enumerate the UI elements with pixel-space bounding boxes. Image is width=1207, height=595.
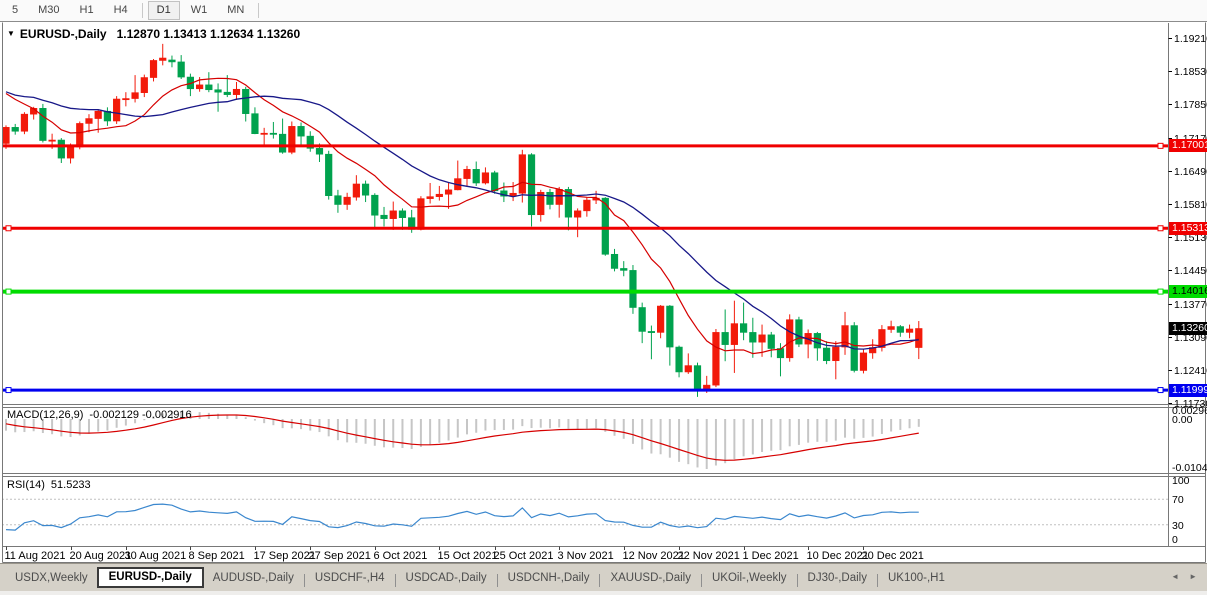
tab-eurusd-daily[interactable]: EURUSD-,Daily [97, 567, 204, 588]
tab-divider [395, 574, 396, 587]
date-tick-label: 11 Aug 2021 [5, 550, 66, 562]
hline-anchor [6, 388, 11, 393]
date-tick-label: 27 Sep 2021 [309, 550, 371, 562]
date-tick-label: 10 Dec 2021 [807, 550, 869, 562]
tab-scroll-left-icon[interactable]: ◄ [1171, 572, 1179, 581]
ma-slow-line [6, 92, 919, 349]
tab-divider [797, 574, 798, 587]
date-axis: 11 Aug 2021 20 Aug 202130 Aug 20218 Sep 2… [5, 547, 924, 563]
macd-values: -0.002129 -0.002916 [89, 409, 191, 421]
price-tick-label: 1.12410 [1174, 365, 1207, 377]
macd-tick-label: 0.00 [1172, 414, 1193, 426]
price-tick-label: 1.13770 [1174, 299, 1207, 311]
price-tick-label: 1.17850 [1174, 99, 1207, 111]
price-tag-1.13260: 1.13260 [1169, 322, 1207, 335]
price-tick-label: 1.18530 [1174, 66, 1207, 78]
rsi-tick-label: 70 [1172, 494, 1184, 506]
hline-anchor [1158, 289, 1163, 294]
tab-xauusd-daily[interactable]: XAUUSD-,Daily [601, 569, 700, 588]
tab-usdcad-daily[interactable]: USDCAD-,Daily [397, 569, 496, 588]
tab-uk100-h1[interactable]: UK100-,H1 [879, 569, 954, 588]
date-tick-label: 8 Sep 2021 [189, 550, 245, 562]
tab-divider [304, 574, 305, 587]
price-tick-label: 1.19210 [1174, 33, 1207, 45]
rsi-name: RSI(14) [7, 479, 45, 491]
tab-scroll-arrows: ◄ ► [1171, 572, 1197, 581]
price-tag-1.15313: 1.15313 [1169, 222, 1207, 235]
date-tick-label: 20 Dec 2021 [862, 550, 924, 562]
rsi-layer [2, 499, 1168, 530]
toolbar-divider [258, 3, 259, 18]
price-tag-1.11999: 1.11999 [1169, 384, 1207, 397]
price-tick-label: 1.14450 [1174, 265, 1207, 277]
tab-usdchf-h4[interactable]: USDCHF-,H4 [306, 569, 394, 588]
hline-anchor [1158, 143, 1163, 148]
date-tick-label: 30 Aug 2021 [125, 550, 187, 562]
tab-divider [497, 574, 498, 587]
tab-ukoil-weekly[interactable]: UKOil-,Weekly [703, 569, 796, 588]
macd-tick-label: -0.010427 [1172, 462, 1207, 474]
ma-fast-line [6, 78, 919, 353]
date-tick-label: 22 Nov 2021 [678, 550, 740, 562]
tab-audusd-daily[interactable]: AUDUSD-,Daily [204, 569, 303, 588]
date-tick-label: 20 Aug 2021 [70, 550, 132, 562]
tab-usdx-weekly[interactable]: USDX,Weekly [6, 569, 97, 588]
rsi-value: 51.5233 [51, 479, 91, 491]
date-tick-label: 12 Nov 2021 [623, 550, 685, 562]
price-tag-1.17001: 1.17001 [1169, 139, 1207, 152]
tab-scroll-right-icon[interactable]: ► [1189, 572, 1197, 581]
date-tick-label: 25 Oct 2021 [494, 550, 554, 562]
timeframe-toolbar: 5M30H1H4 D1W1MN [0, 0, 1207, 22]
timeframe-button-h1[interactable]: H1 [71, 1, 103, 20]
timeframe-button-5[interactable]: 5 [3, 1, 27, 20]
price-tick-label: 1.16490 [1174, 166, 1207, 178]
rsi-axis: 100 70 30 0 [1172, 475, 1190, 546]
tab-divider [701, 574, 702, 587]
price-tick-label: 1.15810 [1174, 199, 1207, 211]
tab-usdcnh-daily[interactable]: USDCNH-,Daily [499, 569, 599, 588]
timeframe-button-h4[interactable]: H4 [105, 1, 137, 20]
trading-terminal: 5M30H1H4D1W1MN 1.192101.185301.178501.17… [0, 0, 1207, 595]
tab-divider [877, 574, 878, 587]
chart-symbol-period: EURUSD-,Daily [20, 27, 107, 41]
price-tag-1.14016: 1.14016 [1169, 285, 1207, 298]
date-tick-label: 15 Oct 2021 [438, 550, 498, 562]
symbol-menu-triangle-icon[interactable]: ▼ [7, 29, 15, 38]
chart-ohlc-values: 1.12870 1.13413 1.12634 1.13260 [117, 27, 301, 41]
timeframe-button-d1[interactable]: D1 [148, 1, 180, 20]
chart-canvas[interactable]: 1.192101.185301.178501.171701.164901.158… [0, 0, 1207, 595]
rsi-tick-label: 0 [1172, 534, 1178, 546]
rsi-tick-label: 30 [1172, 520, 1184, 532]
tab-divider [599, 574, 600, 587]
status-strip [0, 591, 1207, 595]
date-tick-label: 3 Nov 2021 [558, 550, 614, 562]
hline-anchor [6, 289, 11, 294]
macd-name: MACD(12,26,9) [7, 409, 83, 421]
macd-indicator-label: MACD(12,26,9) -0.002129 -0.002916 [7, 409, 192, 421]
macd-signal-line [6, 415, 919, 460]
tab-dj30-daily[interactable]: DJ30-,Daily [799, 569, 876, 588]
hline-anchor [1158, 226, 1163, 231]
date-tick-label: 6 Oct 2021 [374, 550, 428, 562]
macd-axis: 0.0029660.00-0.010427 [1172, 405, 1207, 474]
hlines-layer [2, 143, 1168, 392]
toolbar-divider [142, 3, 143, 18]
timeframe-button-w1[interactable]: W1 [182, 1, 217, 20]
date-tick-label: 1 Dec 2021 [743, 550, 799, 562]
timeframe-button-m30[interactable]: M30 [29, 1, 68, 20]
rsi-indicator-label: RSI(14) 51.5233 [7, 479, 91, 491]
rsi-line [6, 504, 919, 530]
chart-title: ▼ EURUSD-,Daily 1.12870 1.13413 1.12634 1.… [7, 27, 300, 41]
timeframe-button-mn[interactable]: MN [218, 1, 253, 20]
candles-layer [3, 44, 922, 397]
hline-anchor [6, 226, 11, 231]
date-tick-label: 17 Sep 2021 [254, 550, 316, 562]
hline-anchor [1158, 388, 1163, 393]
rsi-tick-label: 100 [1172, 475, 1190, 487]
